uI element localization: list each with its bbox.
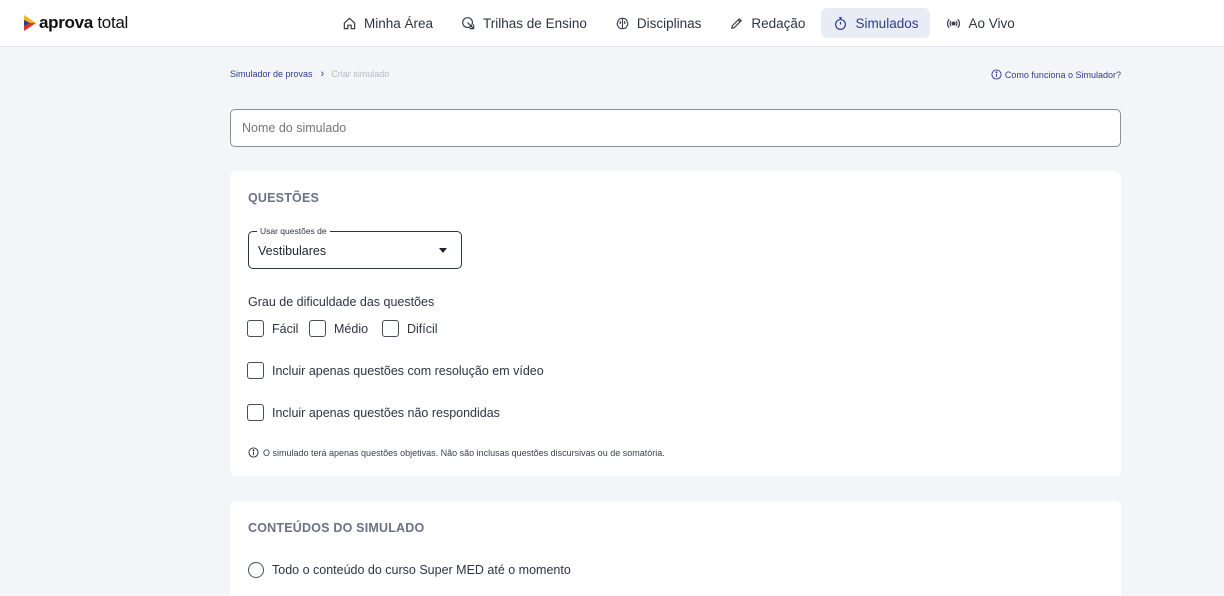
help-link-label: Como funciona o Simulador? [1004, 69, 1121, 80]
difficulty-dificil-option[interactable]: Difícil [382, 320, 438, 337]
pencil-icon [731, 17, 743, 29]
nav-item-disciplinas[interactable]: Disciplinas [603, 8, 714, 38]
breadcrumb: Simulador de provas › Criar simulado [230, 67, 390, 80]
select-value: Vestibulares [258, 244, 327, 258]
option-label: Incluir apenas questões não respondidas [272, 405, 500, 420]
difficulty-facil-checkbox[interactable] [247, 320, 264, 337]
section-title-conteudos: CONTEÚDOS DO SIMULADO [248, 521, 425, 535]
objective-note: O simulado terá apenas questões objetiva… [248, 447, 665, 458]
chevron-right-icon: › [320, 67, 325, 80]
option-label: Fácil [272, 321, 299, 336]
info-icon [991, 69, 1002, 80]
nav-label: Ao Vivo [968, 15, 1015, 31]
option-label: Médio [334, 321, 369, 336]
nav-label: Redação [751, 15, 806, 31]
video-only-option[interactable]: Incluir apenas questões com resolução em… [247, 362, 544, 379]
select-legend: Usar questões de [257, 226, 330, 236]
simulado-name-input[interactable] [230, 109, 1121, 147]
nav-item-redacao[interactable]: Redação [717, 8, 817, 38]
home-icon [343, 17, 356, 29]
breadcrumb-current: Criar simulado [331, 69, 390, 79]
unanswered-only-checkbox[interactable] [247, 404, 264, 421]
main-nav: Minha Área Trilhas de Ensino Disciplinas… [330, 8, 1031, 38]
difficulty-dificil-checkbox[interactable] [382, 320, 399, 337]
section-title-questoes: QUESTÕES [248, 191, 320, 205]
logo-mark-icon [24, 15, 36, 31]
caret-down-icon [439, 248, 447, 253]
difficulty-facil-option[interactable]: Fácil [247, 320, 298, 337]
brain-icon [616, 17, 629, 29]
unanswered-only-option[interactable]: Incluir apenas questões não respondidas [247, 404, 500, 421]
aprova-total-logo[interactable]: aprova total [24, 13, 128, 33]
top-bar: aprova total Minha Área Trilhas de Ensin… [0, 0, 1224, 47]
nav-label: Disciplinas [636, 15, 702, 31]
difficulty-medio-option[interactable]: Médio [309, 320, 368, 337]
info-icon [248, 447, 259, 458]
note-text: O simulado terá apenas questões objetiva… [263, 447, 665, 458]
logo-text: aprova total [39, 13, 129, 32]
nav-item-simulados[interactable]: Simulados [821, 8, 931, 38]
trail-icon [462, 16, 475, 29]
option-label: Todo o conteúdo do curso Super MED até o… [272, 563, 571, 577]
content-all-radio[interactable] [248, 562, 264, 578]
nav-label: Trilhas de Ensino [483, 15, 587, 31]
broadcast-icon [947, 18, 961, 28]
video-only-checkbox[interactable] [247, 362, 264, 379]
option-label: Difícil [407, 321, 438, 336]
stopwatch-icon [835, 16, 847, 30]
nav-label: Minha Área [364, 15, 434, 31]
difficulty-medio-checkbox[interactable] [309, 320, 326, 337]
question-source-select[interactable]: Usar questões de Vestibulares [248, 226, 462, 269]
help-link[interactable]: Como funciona o Simulador? [991, 69, 1121, 80]
content-all-option[interactable]: Todo o conteúdo do curso Super MED até o… [248, 562, 571, 578]
nav-item-minha-area[interactable]: Minha Área [330, 8, 445, 38]
option-label: Incluir apenas questões com resolução em… [272, 363, 544, 378]
conteudos-card: CONTEÚDOS DO SIMULADO Todo o conteúdo do… [230, 501, 1121, 596]
questoes-card: QUESTÕES Usar questões de Vestibulares G… [230, 171, 1121, 476]
breadcrumb-link-simulador[interactable]: Simulador de provas [230, 69, 313, 79]
nav-label: Simulados [855, 15, 919, 31]
difficulty-label: Grau de dificuldade das questões [248, 295, 435, 309]
nav-item-trilhas[interactable]: Trilhas de Ensino [449, 8, 599, 38]
nav-item-ao-vivo[interactable]: Ao Vivo [934, 8, 1026, 38]
